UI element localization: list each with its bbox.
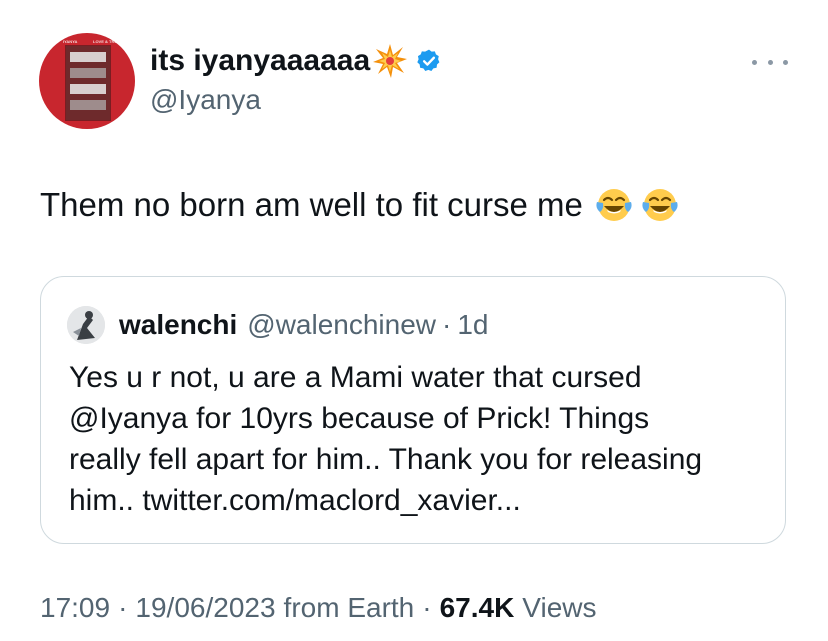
quoted-author-handle[interactable]: @walenchinew <box>247 309 436 341</box>
avatar-album-text-left: IYANYA <box>63 39 78 44</box>
quoted-tweet-text: Yes u r not, u are a Mami water that cur… <box>69 357 769 521</box>
quoted-text-line: Yes u r not, u are a Mami water that cur… <box>69 361 642 394</box>
tweet-meta: 17:09 · 19/06/2023 from Earth · 67.4K Vi… <box>40 592 596 624</box>
author-display-name[interactable]: its iyanyaaaaaa <box>150 44 370 78</box>
more-options-icon[interactable] <box>752 52 788 72</box>
face-with-tears-of-joy-icon <box>595 186 633 224</box>
quoted-author-name[interactable]: walenchi <box>119 309 237 341</box>
tweet-date[interactable]: 19/06/2023 <box>135 592 275 624</box>
tweet-body: Them no born am well to fit curse me <box>40 182 679 228</box>
avatar-album-art <box>65 45 111 121</box>
tweet-text: Them no born am well to fit curse me <box>40 186 583 223</box>
verified-badge-icon[interactable] <box>416 48 442 74</box>
quoted-tweet-header: walenchi @walenchinew · 1d <box>67 305 489 345</box>
meta-separator: · <box>422 592 432 623</box>
quoted-tweet-card[interactable]: walenchi @walenchinew · 1d Yes u r not, … <box>40 276 786 544</box>
collision-emoji-icon <box>372 43 408 79</box>
author-handle[interactable]: @Iyanya <box>150 84 261 116</box>
author-name-row: its iyanyaaaaaa <box>150 40 442 82</box>
quoted-author-avatar[interactable] <box>67 306 105 344</box>
quoted-separator: · <box>442 309 452 340</box>
quoted-time[interactable]: 1d <box>457 309 488 341</box>
quoted-text-line: really fell apart for him.. Thank you fo… <box>69 443 703 476</box>
views-count[interactable]: 67.4K <box>440 592 515 624</box>
quoted-text-line: @Iyanya for 10yrs because of Prick! Thin… <box>69 402 650 435</box>
face-with-tears-of-joy-icon <box>641 186 679 224</box>
meta-separator: · <box>118 592 128 623</box>
tweet-detail: IYANYA LOVE & TRUST its iyanyaaaaaa @Iya… <box>0 0 828 641</box>
author-avatar[interactable]: IYANYA LOVE & TRUST <box>39 33 135 129</box>
tweet-source: from Earth <box>283 592 415 623</box>
avatar-album-text-right: LOVE & TRUST <box>93 39 123 44</box>
views-label: Views <box>522 592 597 623</box>
quoted-text-line: him.. twitter.com/maclord_xavier... <box>69 484 521 517</box>
tweet-time[interactable]: 17:09 <box>40 592 110 624</box>
